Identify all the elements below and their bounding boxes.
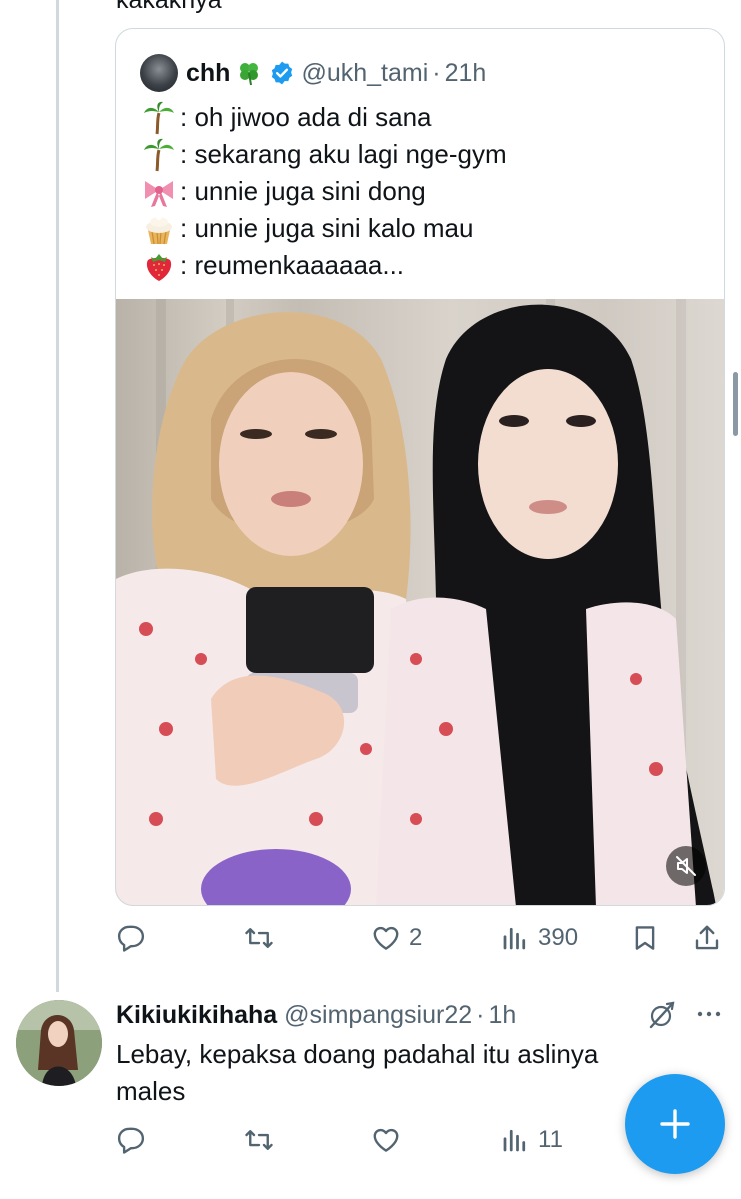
mute-toggle-button[interactable] — [666, 846, 706, 886]
bookmark-icon — [635, 926, 655, 950]
palm-tree-icon — [144, 138, 174, 171]
video-frame — [116, 299, 716, 905]
avatar-photo — [16, 1000, 102, 1086]
heart-icon — [373, 926, 399, 950]
strawberry-icon — [146, 253, 172, 281]
retweet-icon — [245, 928, 273, 948]
reply-author-name[interactable]: Kikiukikihaha — [116, 1001, 277, 1030]
reply-icon — [117, 1127, 145, 1154]
views-chart-icon — [503, 1129, 526, 1152]
thread-connector-line — [56, 0, 59, 992]
separator-dot: · — [476, 1000, 485, 1029]
views-count: 11 — [538, 1126, 563, 1153]
retweet-button[interactable] — [244, 916, 282, 960]
views-button[interactable]: 390 — [500, 916, 578, 960]
quoted-tweet-text: : oh jiwoo ada di sana : sekarang aku la… — [142, 99, 507, 284]
reply-button[interactable] — [116, 916, 154, 960]
clover-icon — [240, 63, 259, 86]
quote-line-text: : unnie juga sini dong — [180, 176, 426, 206]
retweet-icon — [245, 1130, 273, 1150]
reply-button[interactable] — [116, 1118, 154, 1162]
quoted-tweet-card[interactable]: chh @ukh_tami · 21h : oh jiwoo ada di sa… — [115, 28, 725, 906]
quote-line: : reumenkaaaaaa... — [142, 247, 507, 284]
quoted-tweet-time[interactable]: 21h — [445, 59, 487, 88]
verified-badge-icon — [272, 61, 293, 85]
quote-line: : sekarang aku lagi nge-gym — [142, 136, 507, 173]
palm-tree-icon — [144, 101, 174, 134]
scrollbar-thumb[interactable] — [733, 372, 738, 436]
cupcake-icon — [146, 213, 172, 244]
views-button[interactable]: 11 — [500, 1118, 563, 1162]
video-player[interactable] — [116, 299, 724, 905]
retweet-button[interactable] — [244, 1118, 282, 1162]
tweet-action-bar: 2 390 — [116, 916, 728, 960]
reply-text: Lebay, kepaksa doang padahal itu aslinya… — [116, 1039, 599, 1106]
reply-icon — [117, 925, 145, 952]
like-count: 2 — [409, 924, 423, 951]
quoted-author-name[interactable]: chh — [186, 59, 230, 88]
share-icon — [695, 925, 719, 950]
quote-line: : oh jiwoo ada di sana — [142, 99, 507, 136]
more-options-icon[interactable] — [694, 1002, 724, 1026]
plus-icon — [660, 1109, 690, 1139]
speaker-muted-icon — [676, 856, 696, 876]
reply-author-avatar[interactable] — [16, 1000, 102, 1086]
bookmark-button[interactable] — [630, 916, 660, 960]
quoted-author-handle[interactable]: @ukh_tami — [301, 59, 428, 88]
ribbon-icon — [145, 180, 173, 207]
views-count: 390 — [538, 924, 579, 951]
quote-line-text: : unnie juga sini kalo mau — [180, 213, 474, 243]
reply-author-handle[interactable]: @simpangsiur22 — [284, 1001, 472, 1030]
compose-tweet-button[interactable] — [625, 1074, 725, 1174]
quote-line-text: : sekarang aku lagi nge-gym — [180, 139, 507, 169]
quote-line: : unnie juga sini kalo mau — [142, 210, 507, 247]
reply-header: Kikiukikihaha @simpangsiur22 · 1h — [116, 998, 516, 1032]
share-button[interactable] — [692, 916, 722, 960]
quote-line-text: : reumenkaaaaaa... — [180, 250, 405, 280]
views-chart-icon — [503, 927, 526, 950]
quoted-tweet-header: chh @ukh_tami · 21h — [140, 53, 486, 93]
like-button[interactable] — [371, 1118, 409, 1162]
separator-dot: · — [432, 58, 441, 87]
grok-icon[interactable] — [647, 1000, 677, 1030]
quoted-author-avatar[interactable] — [140, 54, 178, 92]
quote-line-text: : oh jiwoo ada di sana — [180, 102, 432, 132]
like-button[interactable]: 2 — [371, 916, 422, 960]
quote-line: : unnie juga sini dong — [142, 173, 507, 210]
previous-tweet-text: kakaknya — [116, 0, 222, 14]
heart-icon — [373, 1128, 399, 1152]
reply-time[interactable]: 1h — [488, 1001, 516, 1030]
